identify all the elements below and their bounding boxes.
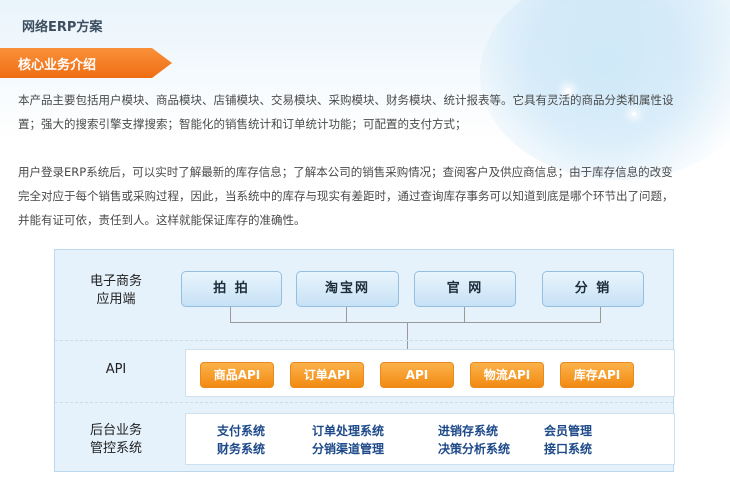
system-decision-analysis: 决策分析系统 xyxy=(438,442,511,456)
system-inventory: 进销存系统 xyxy=(438,424,499,438)
system-distribution-channel: 分销渠道管理 xyxy=(312,442,385,456)
backend-row-label: 后台业务 管控系统 xyxy=(71,422,161,458)
ecommerce-label-line: 应用端 xyxy=(96,292,136,307)
intro-line: 用户登录ERP系统后，可以实时了解最新的库存信息；了解本公司的销售采购情况；查阅… xyxy=(18,165,673,179)
api-panel: 商品API 订单API API 物流API 库存API xyxy=(185,349,675,397)
node-distribution: 分 销 xyxy=(542,271,644,307)
intro-paragraph-1: 本产品主要包括用户模块、商品模块、店铺模块、交易模块、采购模块、财务模块、统计报… xyxy=(18,88,718,136)
row-divider xyxy=(55,340,673,341)
connector-line xyxy=(230,307,231,322)
backend-label-line: 管控系统 xyxy=(89,441,142,456)
connector-line xyxy=(464,307,465,322)
intro-line: 本产品主要包括用户模块、商品模块、店铺模块、交易模块、采购模块、财务模块、统计报… xyxy=(18,93,674,107)
node-paipai: 拍 拍 xyxy=(181,271,282,307)
api-button-generic: API xyxy=(380,362,454,388)
ecommerce-label-line: 电子商务 xyxy=(89,274,142,289)
connector-line xyxy=(346,307,347,322)
api-button-logistics: 物流API xyxy=(470,362,544,388)
page-title: 网络ERP方案 xyxy=(22,20,103,35)
connector-line xyxy=(230,322,601,323)
intro-line: 并能有证可依，责任到人。这样就能保证库存的准确性。 xyxy=(18,213,306,227)
section-banner: 核心业务介绍 xyxy=(0,48,172,78)
architecture-diagram: 电子商务 应用端 拍 拍 淘宝网 官 网 分 销 API 商品API 订单API… xyxy=(54,249,675,472)
ecommerce-row-label: 电子商务 应用端 xyxy=(71,273,161,309)
row-divider xyxy=(55,402,673,403)
intro-line: 完全对应于每个销售或采购过程，因此，当系统中的库存与现实有差距时，通过查询库存事… xyxy=(18,189,674,203)
api-button-inventory: 库存API xyxy=(560,362,634,388)
api-button-order: 订单API xyxy=(290,362,364,388)
connector-line xyxy=(407,322,408,350)
connector-line xyxy=(600,307,601,322)
api-row-label: API xyxy=(105,362,127,377)
node-taobao: 淘宝网 xyxy=(296,271,399,307)
section-banner-label: 核心业务介绍 xyxy=(18,58,97,73)
backend-label-line: 后台业务 xyxy=(89,423,142,438)
system-order-processing: 订单处理系统 xyxy=(312,424,385,438)
system-finance: 财务系统 xyxy=(217,442,266,456)
intro-paragraph-2: 用户登录ERP系统后，可以实时了解最新的库存信息；了解本公司的销售采购情况；查阅… xyxy=(18,160,718,232)
system-interface: 接口系统 xyxy=(544,442,593,456)
api-button-product: 商品API xyxy=(200,362,274,388)
system-payment: 支付系统 xyxy=(217,424,266,438)
node-official-site: 官 网 xyxy=(414,271,516,307)
backend-panel: 支付系统 订单处理系统 进销存系统 会员管理 财务系统 分销渠道管理 决策分析系… xyxy=(185,413,675,465)
intro-line: 置；强大的搜索引擎支撑搜索；智能化的销售统计和订单统计功能；可配置的支付方式； xyxy=(18,117,467,131)
system-membership: 会员管理 xyxy=(544,424,593,438)
